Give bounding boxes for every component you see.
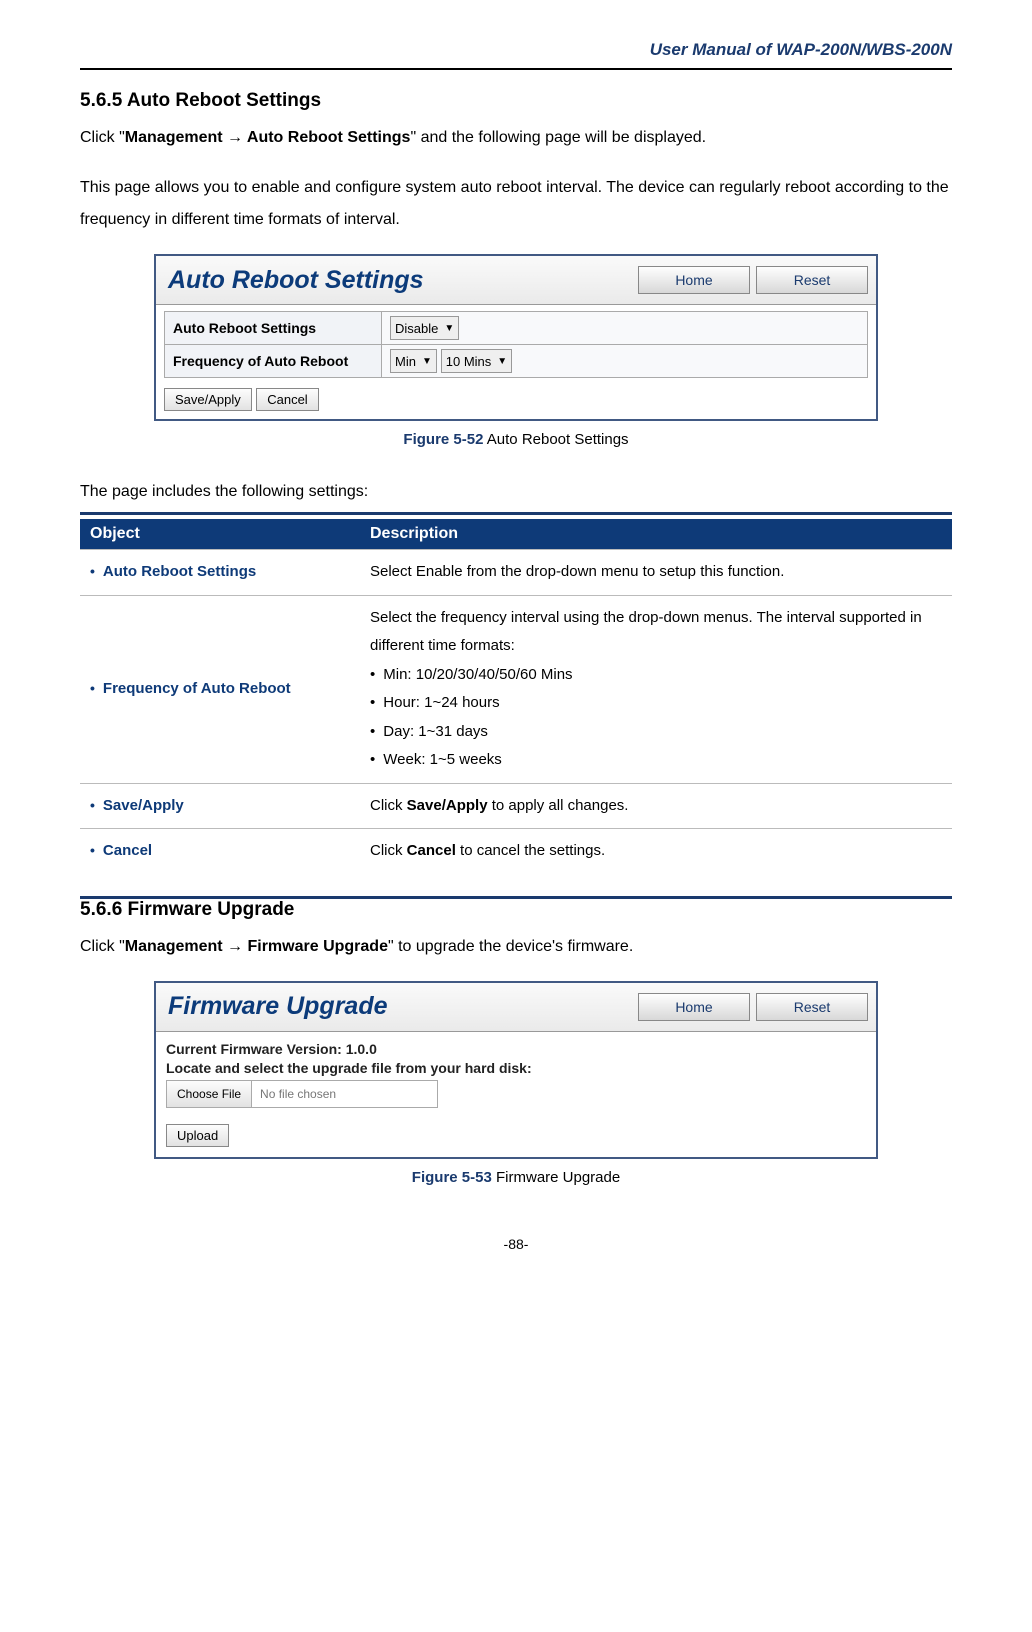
- desc-text: This page allows you to enable and confi…: [80, 172, 952, 236]
- fig2-titlebar: Firmware Upgrade Home Reset: [156, 983, 876, 1032]
- freq-unit-select[interactable]: Min ▼: [390, 349, 437, 373]
- desc-pre: Click: [370, 797, 407, 814]
- desc-list: Min: 10/20/30/40/50/60 Mins Hour: 1~24 h…: [370, 661, 942, 775]
- page-number: -88-: [80, 1236, 952, 1252]
- desc-bold: Save/Apply: [407, 797, 488, 814]
- desc-post: to apply all changes.: [488, 797, 629, 814]
- section-heading-566: 5.6.6 Firmware Upgrade: [80, 899, 952, 921]
- th-object: Object: [80, 519, 360, 550]
- fig1-titlebar: Auto Reboot Settings Home Reset: [156, 256, 876, 305]
- obj-text: Save/Apply: [103, 792, 184, 821]
- fig-text: Auto Reboot Settings: [483, 431, 628, 448]
- figure-1-box: Auto Reboot Settings Home Reset Auto Reb…: [154, 254, 878, 421]
- obj-text: Auto Reboot Settings: [103, 558, 256, 587]
- desc-bold: Cancel: [407, 842, 456, 859]
- obj-text: Frequency of Auto Reboot: [103, 675, 291, 704]
- fig-num: Figure 5-52: [403, 431, 483, 448]
- desc-post: to cancel the settings.: [456, 842, 605, 859]
- home-button-1[interactable]: Home: [638, 266, 750, 294]
- list-item: Week: 1~5 weeks: [370, 746, 942, 775]
- chevron-down-icon: ▼: [497, 356, 507, 367]
- cancel-button[interactable]: Cancel: [256, 388, 318, 411]
- reset-button-1[interactable]: Reset: [756, 266, 868, 294]
- table-intro: The page includes the following settings…: [80, 476, 952, 508]
- table-row-obj: • Auto Reboot Settings: [80, 550, 360, 596]
- intro-bold: Management → Auto Reboot Settings: [125, 129, 411, 146]
- list-item: Day: 1~31 days: [370, 718, 942, 747]
- intro-text-1: Click "Management → Auto Reboot Settings…: [80, 122, 952, 154]
- intro-text-2: Click "Management → Firmware Upgrade" to…: [80, 931, 952, 963]
- table-row-obj: • Save/Apply: [80, 783, 360, 829]
- fig1-form-table: Auto Reboot Settings Disable ▼ Frequency…: [164, 311, 868, 378]
- reset-button-2[interactable]: Reset: [756, 993, 868, 1021]
- figure-2-box: Firmware Upgrade Home Reset Current Firm…: [154, 981, 878, 1159]
- header-title: User Manual of WAP-200N/WBS-200N: [80, 40, 952, 60]
- fig-text: Firmware Upgrade: [492, 1169, 620, 1186]
- choose-file-button[interactable]: Choose File: [167, 1081, 252, 1107]
- settings-table: Object Description • Auto Reboot Settings…: [80, 519, 952, 874]
- section-heading-565: 5.6.5 Auto Reboot Settings: [80, 90, 952, 112]
- bullet-icon: •: [90, 681, 95, 695]
- table-row-desc: Click Save/Apply to apply all changes.: [360, 783, 952, 829]
- table-row-desc: Select Enable from the drop-down menu to…: [360, 550, 952, 596]
- save-apply-button[interactable]: Save/Apply: [164, 388, 252, 411]
- figure-1-caption: Figure 5-52 Auto Reboot Settings: [80, 431, 952, 448]
- auto-reboot-select[interactable]: Disable ▼: [390, 316, 459, 340]
- locate-text: Locate and select the upgrade file from …: [166, 1060, 866, 1076]
- upload-button[interactable]: Upload: [166, 1124, 229, 1147]
- desc-pre: Click: [370, 842, 407, 859]
- desc-intro: Select the frequency interval using the …: [370, 604, 942, 661]
- table-row-obj: • Frequency of Auto Reboot: [80, 595, 360, 783]
- bullet-icon: •: [90, 843, 95, 857]
- bullet-icon: •: [90, 798, 95, 812]
- header-divider: [80, 68, 952, 70]
- firmware-version-text: Current Firmware Version: 1.0.0: [166, 1041, 866, 1057]
- file-input[interactable]: Choose File No file chosen: [166, 1080, 438, 1108]
- fig2-title: Firmware Upgrade: [168, 992, 388, 1021]
- figure-2-caption: Figure 5-53 Firmware Upgrade: [80, 1169, 952, 1186]
- intro-pre: Click ": [80, 129, 125, 146]
- select-value: Disable: [395, 321, 438, 336]
- chevron-down-icon: ▼: [444, 323, 454, 334]
- table-row-desc: Select the frequency interval using the …: [360, 595, 952, 783]
- list-item: Hour: 1~24 hours: [370, 689, 942, 718]
- intro-pre: Click ": [80, 938, 125, 955]
- obj-text: Cancel: [103, 837, 152, 866]
- fig-num: Figure 5-53: [412, 1169, 492, 1186]
- intro-post: " and the following page will be display…: [410, 129, 706, 146]
- intro-bold: Management → Firmware Upgrade: [125, 938, 388, 955]
- select-value: 10 Mins: [446, 354, 492, 369]
- bullet-icon: •: [90, 564, 95, 578]
- chevron-down-icon: ▼: [422, 356, 432, 367]
- row2-label: Frequency of Auto Reboot: [165, 345, 382, 378]
- fig1-title: Auto Reboot Settings: [168, 266, 424, 295]
- no-file-text: No file chosen: [252, 1087, 336, 1101]
- table-row-obj: • Cancel: [80, 829, 360, 874]
- freq-value-select[interactable]: 10 Mins ▼: [441, 349, 512, 373]
- home-button-2[interactable]: Home: [638, 993, 750, 1021]
- table-row-desc: Click Cancel to cancel the settings.: [360, 829, 952, 874]
- select-value: Min: [395, 354, 416, 369]
- intro-post: " to upgrade the device's firmware.: [388, 938, 633, 955]
- list-item: Min: 10/20/30/40/50/60 Mins: [370, 661, 942, 690]
- th-desc: Description: [360, 519, 952, 550]
- row1-label: Auto Reboot Settings: [165, 312, 382, 345]
